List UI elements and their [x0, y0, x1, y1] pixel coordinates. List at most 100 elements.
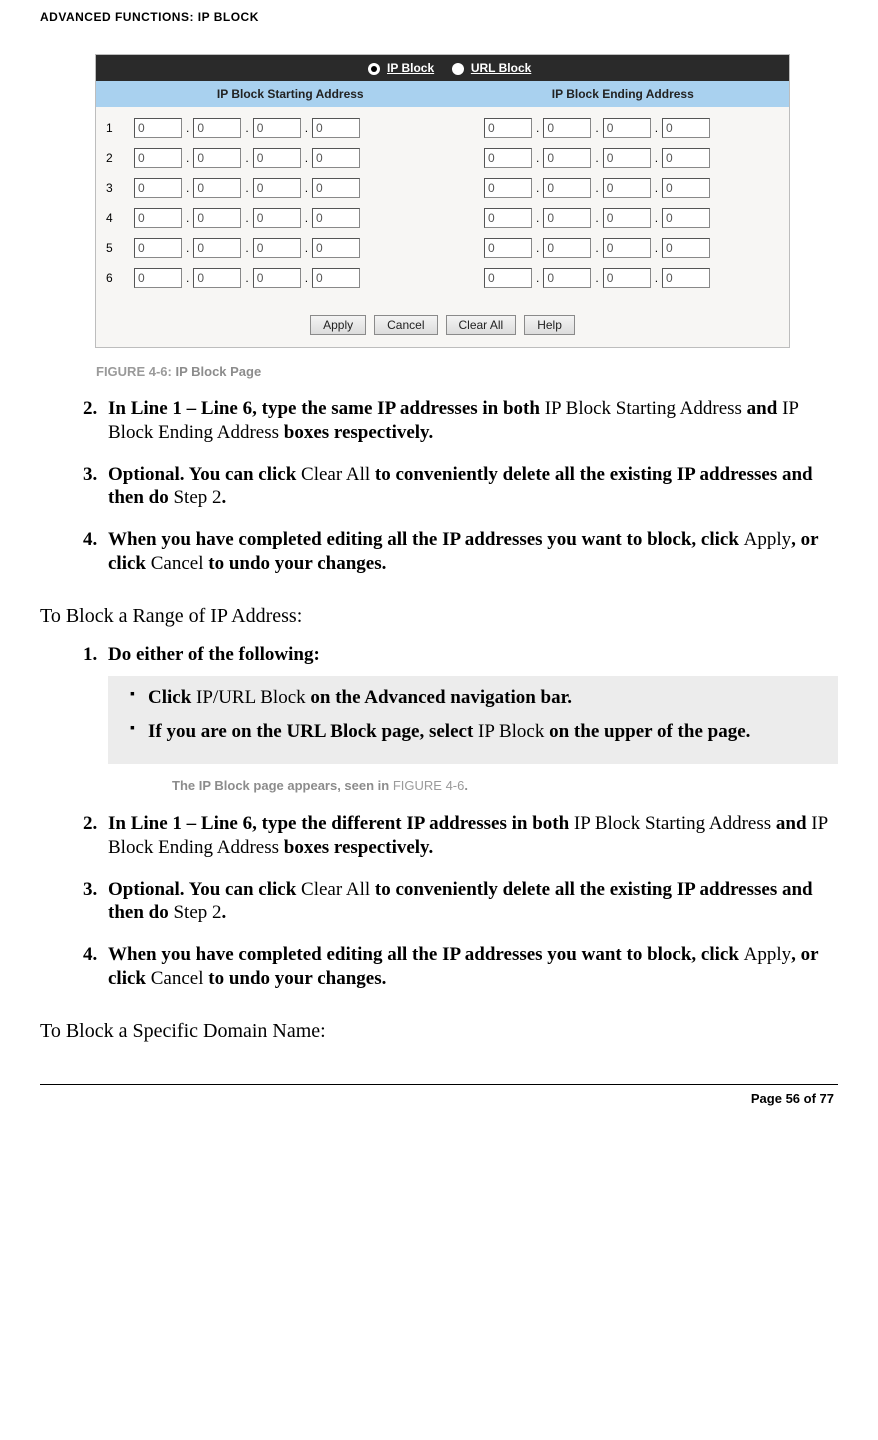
step-b1: Do either of the following: Click IP/URL…: [102, 643, 838, 795]
ip-octet[interactable]: [603, 208, 651, 228]
ip-octet[interactable]: [312, 118, 360, 138]
end-address: ...: [484, 148, 710, 168]
col-start-header: IP Block Starting Address: [124, 81, 457, 107]
dot-separator: .: [534, 241, 541, 255]
ip-octet[interactable]: [134, 238, 182, 258]
ip-octet[interactable]: [484, 118, 532, 138]
ip-octet[interactable]: [662, 148, 710, 168]
dot-separator: .: [303, 121, 310, 135]
ip-block-panel: IP Block URL Block IP Block Starting Add…: [95, 54, 790, 348]
ip-octet[interactable]: [543, 208, 591, 228]
ip-octet[interactable]: [603, 178, 651, 198]
page-header: ADVANCED FUNCTIONS: IP BLOCK: [40, 10, 838, 24]
ip-octet[interactable]: [543, 118, 591, 138]
ip-octet[interactable]: [484, 178, 532, 198]
radio-ip-block[interactable]: [368, 63, 380, 75]
end-address: ...: [484, 208, 710, 228]
apply-button[interactable]: Apply: [310, 315, 366, 335]
ip-octet[interactable]: [193, 268, 241, 288]
ip-octet[interactable]: [484, 268, 532, 288]
ip-octet[interactable]: [253, 148, 301, 168]
ip-octet[interactable]: [193, 208, 241, 228]
ip-octet[interactable]: [662, 118, 710, 138]
dot-separator: .: [534, 271, 541, 285]
button-bar: Apply Cancel Clear All Help: [96, 307, 789, 347]
ip-octet[interactable]: [253, 118, 301, 138]
heading-domain: To Block a Specific Domain Name:: [40, 1019, 838, 1044]
mode-radio-bar: IP Block URL Block: [96, 55, 789, 81]
sub-option-2: If you are on the URL Block page, select…: [130, 720, 824, 744]
ip-octet[interactable]: [662, 238, 710, 258]
radio-url-block[interactable]: [452, 63, 464, 75]
dot-separator: .: [534, 181, 541, 195]
ip-octet[interactable]: [312, 148, 360, 168]
ip-octet[interactable]: [134, 118, 182, 138]
ip-octet[interactable]: [484, 208, 532, 228]
end-address: ...: [484, 238, 710, 258]
dot-separator: .: [653, 181, 660, 195]
ip-octet[interactable]: [662, 268, 710, 288]
ip-octet[interactable]: [253, 208, 301, 228]
dot-separator: .: [184, 121, 191, 135]
ip-octet[interactable]: [134, 268, 182, 288]
ip-octet[interactable]: [662, 178, 710, 198]
end-address: ...: [484, 268, 710, 288]
ip-octet[interactable]: [543, 178, 591, 198]
ip-octet[interactable]: [193, 178, 241, 198]
ip-row: 6......: [102, 263, 783, 293]
ip-octet[interactable]: [543, 238, 591, 258]
dot-separator: .: [653, 241, 660, 255]
ip-octet[interactable]: [543, 268, 591, 288]
dot-separator: .: [653, 121, 660, 135]
dot-separator: .: [243, 271, 250, 285]
step-2: In Line 1 – Line 6, type the same IP add…: [102, 397, 838, 445]
steps-range-ip: Do either of the following: Click IP/URL…: [62, 643, 838, 991]
row-index: 5: [102, 241, 128, 255]
figure-label: FIGURE 4-6:: [96, 364, 172, 379]
ip-octet[interactable]: [312, 208, 360, 228]
row-index: 2: [102, 151, 128, 165]
start-address: ...: [134, 208, 444, 228]
ip-octet[interactable]: [134, 208, 182, 228]
ip-octet[interactable]: [253, 268, 301, 288]
cancel-button[interactable]: Cancel: [374, 315, 437, 335]
start-address: ...: [134, 178, 444, 198]
ip-octet[interactable]: [312, 178, 360, 198]
radio-ip-block-label[interactable]: IP Block: [387, 61, 434, 75]
ip-octet[interactable]: [484, 148, 532, 168]
sub-option-1: Click IP/URL Block on the Advanced navig…: [130, 686, 824, 710]
dot-separator: .: [303, 241, 310, 255]
help-button[interactable]: Help: [524, 315, 575, 335]
ip-octet[interactable]: [603, 148, 651, 168]
page-number: Page 56 of 77: [40, 1091, 838, 1106]
col-end-header: IP Block Ending Address: [457, 81, 790, 107]
ip-octet[interactable]: [312, 268, 360, 288]
ip-octet[interactable]: [603, 268, 651, 288]
step-4: When you have completed editing all the …: [102, 528, 838, 576]
clearall-button[interactable]: Clear All: [446, 315, 517, 335]
ip-row: 4......: [102, 203, 783, 233]
ip-octet[interactable]: [603, 118, 651, 138]
ip-octet[interactable]: [134, 148, 182, 168]
ip-octet[interactable]: [484, 238, 532, 258]
ip-octet[interactable]: [312, 238, 360, 258]
ip-octet[interactable]: [603, 238, 651, 258]
dot-separator: .: [593, 151, 600, 165]
ip-octet[interactable]: [193, 238, 241, 258]
ip-octet[interactable]: [543, 148, 591, 168]
ip-octet[interactable]: [253, 238, 301, 258]
ip-octet[interactable]: [134, 178, 182, 198]
ip-octet[interactable]: [193, 118, 241, 138]
dot-separator: .: [243, 241, 250, 255]
ip-octet[interactable]: [662, 208, 710, 228]
ip-octet[interactable]: [253, 178, 301, 198]
ip-row: 2......: [102, 143, 783, 173]
start-address: ...: [134, 148, 444, 168]
ip-octet[interactable]: [193, 148, 241, 168]
dot-separator: .: [184, 211, 191, 225]
dot-separator: .: [593, 271, 600, 285]
radio-url-block-label[interactable]: URL Block: [471, 61, 531, 75]
row-index: 3: [102, 181, 128, 195]
ip-rows: 1......2......3......4......5......6....…: [96, 107, 789, 307]
dot-separator: .: [243, 211, 250, 225]
